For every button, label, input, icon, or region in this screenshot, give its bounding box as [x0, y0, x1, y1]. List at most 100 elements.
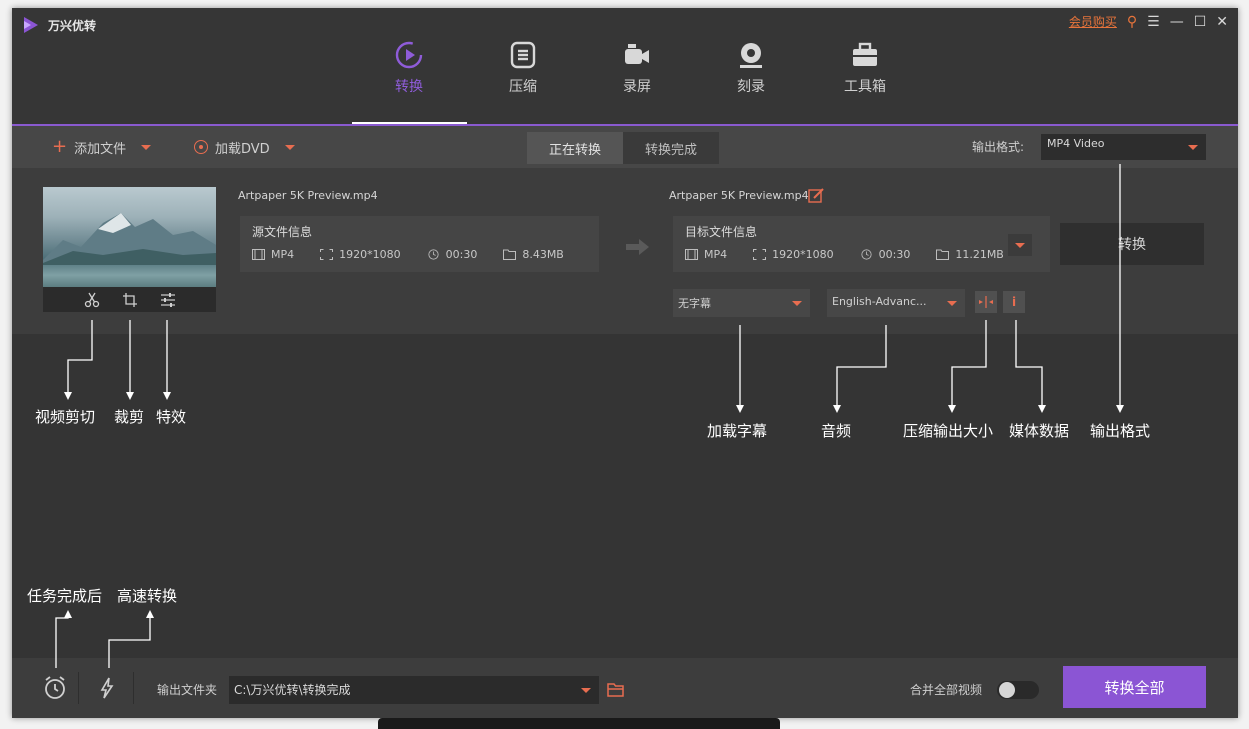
lightning-icon[interactable] [94, 675, 120, 701]
output-format-select[interactable]: MP4 Video [1041, 134, 1206, 160]
chevron-down-icon[interactable] [284, 144, 295, 150]
info-icon: i [1011, 295, 1017, 309]
source-info-box: 源文件信息 MP4 1920*1080 00:30 8.43MB [240, 216, 599, 272]
add-file-button[interactable]: + 添加文件 [52, 126, 152, 168]
subtitle-value: 无字幕 [678, 297, 711, 310]
tab-toolbox[interactable]: 工具箱 [808, 40, 922, 96]
menu-icon[interactable]: ☰ [1147, 15, 1160, 29]
divider [133, 672, 134, 704]
tab-compress-label: 压缩 [509, 79, 537, 95]
main-tabs: 转换 压缩 录屏 刻录 工具箱 [352, 40, 922, 96]
toolbar: + 添加文件 加载DVD 正在转换 转换完成 输出格式: MP4 Video [12, 126, 1238, 168]
burn-icon [740, 43, 762, 68]
key-icon[interactable]: ⚲ [1127, 14, 1137, 30]
logo-icon [24, 17, 38, 33]
tab-convert[interactable]: 转换 [352, 40, 466, 96]
chevron-down-icon [1188, 145, 1198, 150]
record-icon [625, 44, 649, 64]
source-format: MP4 [271, 248, 295, 261]
tab-converting[interactable]: 正在转换 [527, 132, 623, 164]
audio-value: English-Advanc... [832, 295, 927, 308]
target-duration: 00:30 [878, 248, 911, 261]
output-folder-path: C:\万兴优转\转换完成 [234, 683, 351, 697]
tab-burn-label: 刻录 [737, 79, 765, 95]
callout-effect: 特效 [156, 408, 187, 426]
clock-icon [428, 249, 439, 260]
output-folder-select[interactable]: C:\万兴优转\转换完成 [229, 676, 599, 704]
arrow-right-icon [626, 239, 649, 255]
dvd-icon [194, 140, 208, 154]
source-duration: 00:30 [445, 248, 478, 261]
title-bar: 万兴优转 会员购买 ⚲ ☰ — ☐ ✕ 转换 压缩 录屏 刻录 工具箱 [12, 8, 1238, 124]
scissors-icon[interactable] [84, 292, 100, 308]
minimize-icon[interactable]: — [1170, 15, 1184, 29]
source-info-values: MP4 1920*1080 00:30 8.43MB [252, 248, 564, 261]
target-settings-dropdown[interactable] [1008, 234, 1032, 256]
target-file-name: Artpaper 5K Preview.mp4 [669, 189, 809, 202]
merge-videos-label: 合并全部视频 [910, 683, 983, 697]
toggle-knob [999, 682, 1015, 698]
chevron-down-icon [1015, 242, 1025, 248]
compress-output-icon [979, 296, 993, 308]
callout-subtitle: 加载字幕 [707, 422, 768, 440]
alarm-clock-icon[interactable] [42, 675, 68, 701]
film-icon [685, 249, 698, 260]
source-size: 8.43MB [522, 248, 564, 261]
callout-format: 输出格式 [1090, 422, 1151, 440]
audio-select[interactable]: English-Advanc... [827, 289, 965, 317]
file-list: Artpaper 5K Preview.mp4 源文件信息 MP4 1920*1… [12, 168, 1238, 658]
close-icon[interactable]: ✕ [1216, 15, 1228, 29]
add-file-label: 添加文件 [74, 141, 127, 157]
media-info-button[interactable]: i [1003, 291, 1025, 313]
folder-icon [503, 249, 517, 260]
chevron-down-icon [581, 688, 591, 693]
target-info-values: MP4 1920*1080 00:30 11.21MB [685, 248, 1004, 261]
video-thumbnail[interactable] [43, 187, 216, 287]
output-format-value: MP4 Video [1047, 137, 1105, 150]
target-resolution: 1920*1080 [772, 248, 834, 261]
callout-metadata: 媒体数据 [1009, 422, 1070, 440]
load-dvd-button[interactable]: 加载DVD [194, 126, 295, 168]
folder-icon [936, 249, 950, 260]
tab-toolbox-label: 工具箱 [844, 79, 886, 95]
callout-trim: 视频剪切 [35, 408, 96, 426]
bottom-bar: 输出文件夹 C:\万兴优转\转换完成 合并全部视频 转换全部 [12, 658, 1238, 718]
target-info-title: 目标文件信息 [685, 225, 758, 239]
load-dvd-label: 加载DVD [215, 141, 270, 157]
convert-all-button[interactable]: 转换全部 [1063, 666, 1206, 708]
maximize-icon[interactable]: ☐ [1194, 15, 1207, 29]
target-format: MP4 [704, 248, 728, 261]
chevron-down-icon[interactable] [141, 144, 152, 150]
folder-open-icon[interactable] [607, 682, 625, 698]
tab-converted[interactable]: 转换完成 [623, 132, 719, 164]
callout-high-speed: 高速转换 [117, 587, 178, 605]
crop-icon[interactable] [122, 292, 138, 308]
effects-icon[interactable] [160, 292, 176, 308]
edit-icon[interactable] [808, 188, 824, 204]
subtitle-select[interactable]: 无字幕 [673, 289, 810, 317]
toolbox-icon [853, 42, 877, 66]
clock-icon [861, 249, 872, 260]
merge-videos-toggle[interactable] [997, 681, 1039, 699]
compress-output-button[interactable] [975, 291, 997, 313]
source-resolution: 1920*1080 [339, 248, 401, 261]
tab-compress[interactable]: 压缩 [466, 40, 580, 96]
film-icon [252, 249, 265, 260]
file-item: Artpaper 5K Preview.mp4 源文件信息 MP4 1920*1… [12, 168, 1238, 334]
convert-button[interactable]: 转换 [1060, 223, 1204, 265]
status-segment: 正在转换 转换完成 [527, 132, 719, 164]
source-info-title: 源文件信息 [252, 225, 313, 239]
thumbnail-toolbar [43, 287, 216, 312]
tab-record-label: 录屏 [623, 79, 651, 95]
tab-burn[interactable]: 刻录 [694, 40, 808, 96]
callout-compress: 压缩输出大小 [903, 422, 994, 440]
chevron-down-icon [792, 301, 802, 306]
buy-membership-link[interactable]: 会员购买 [1069, 13, 1117, 30]
resolution-icon [753, 249, 767, 260]
tab-record[interactable]: 录屏 [580, 40, 694, 96]
callout-after-done: 任务完成后 [27, 587, 103, 605]
source-file-name: Artpaper 5K Preview.mp4 [238, 189, 378, 202]
output-folder-label: 输出文件夹 [157, 683, 218, 697]
app-name: 万兴优转 [48, 18, 97, 33]
convert-icon [395, 41, 423, 69]
